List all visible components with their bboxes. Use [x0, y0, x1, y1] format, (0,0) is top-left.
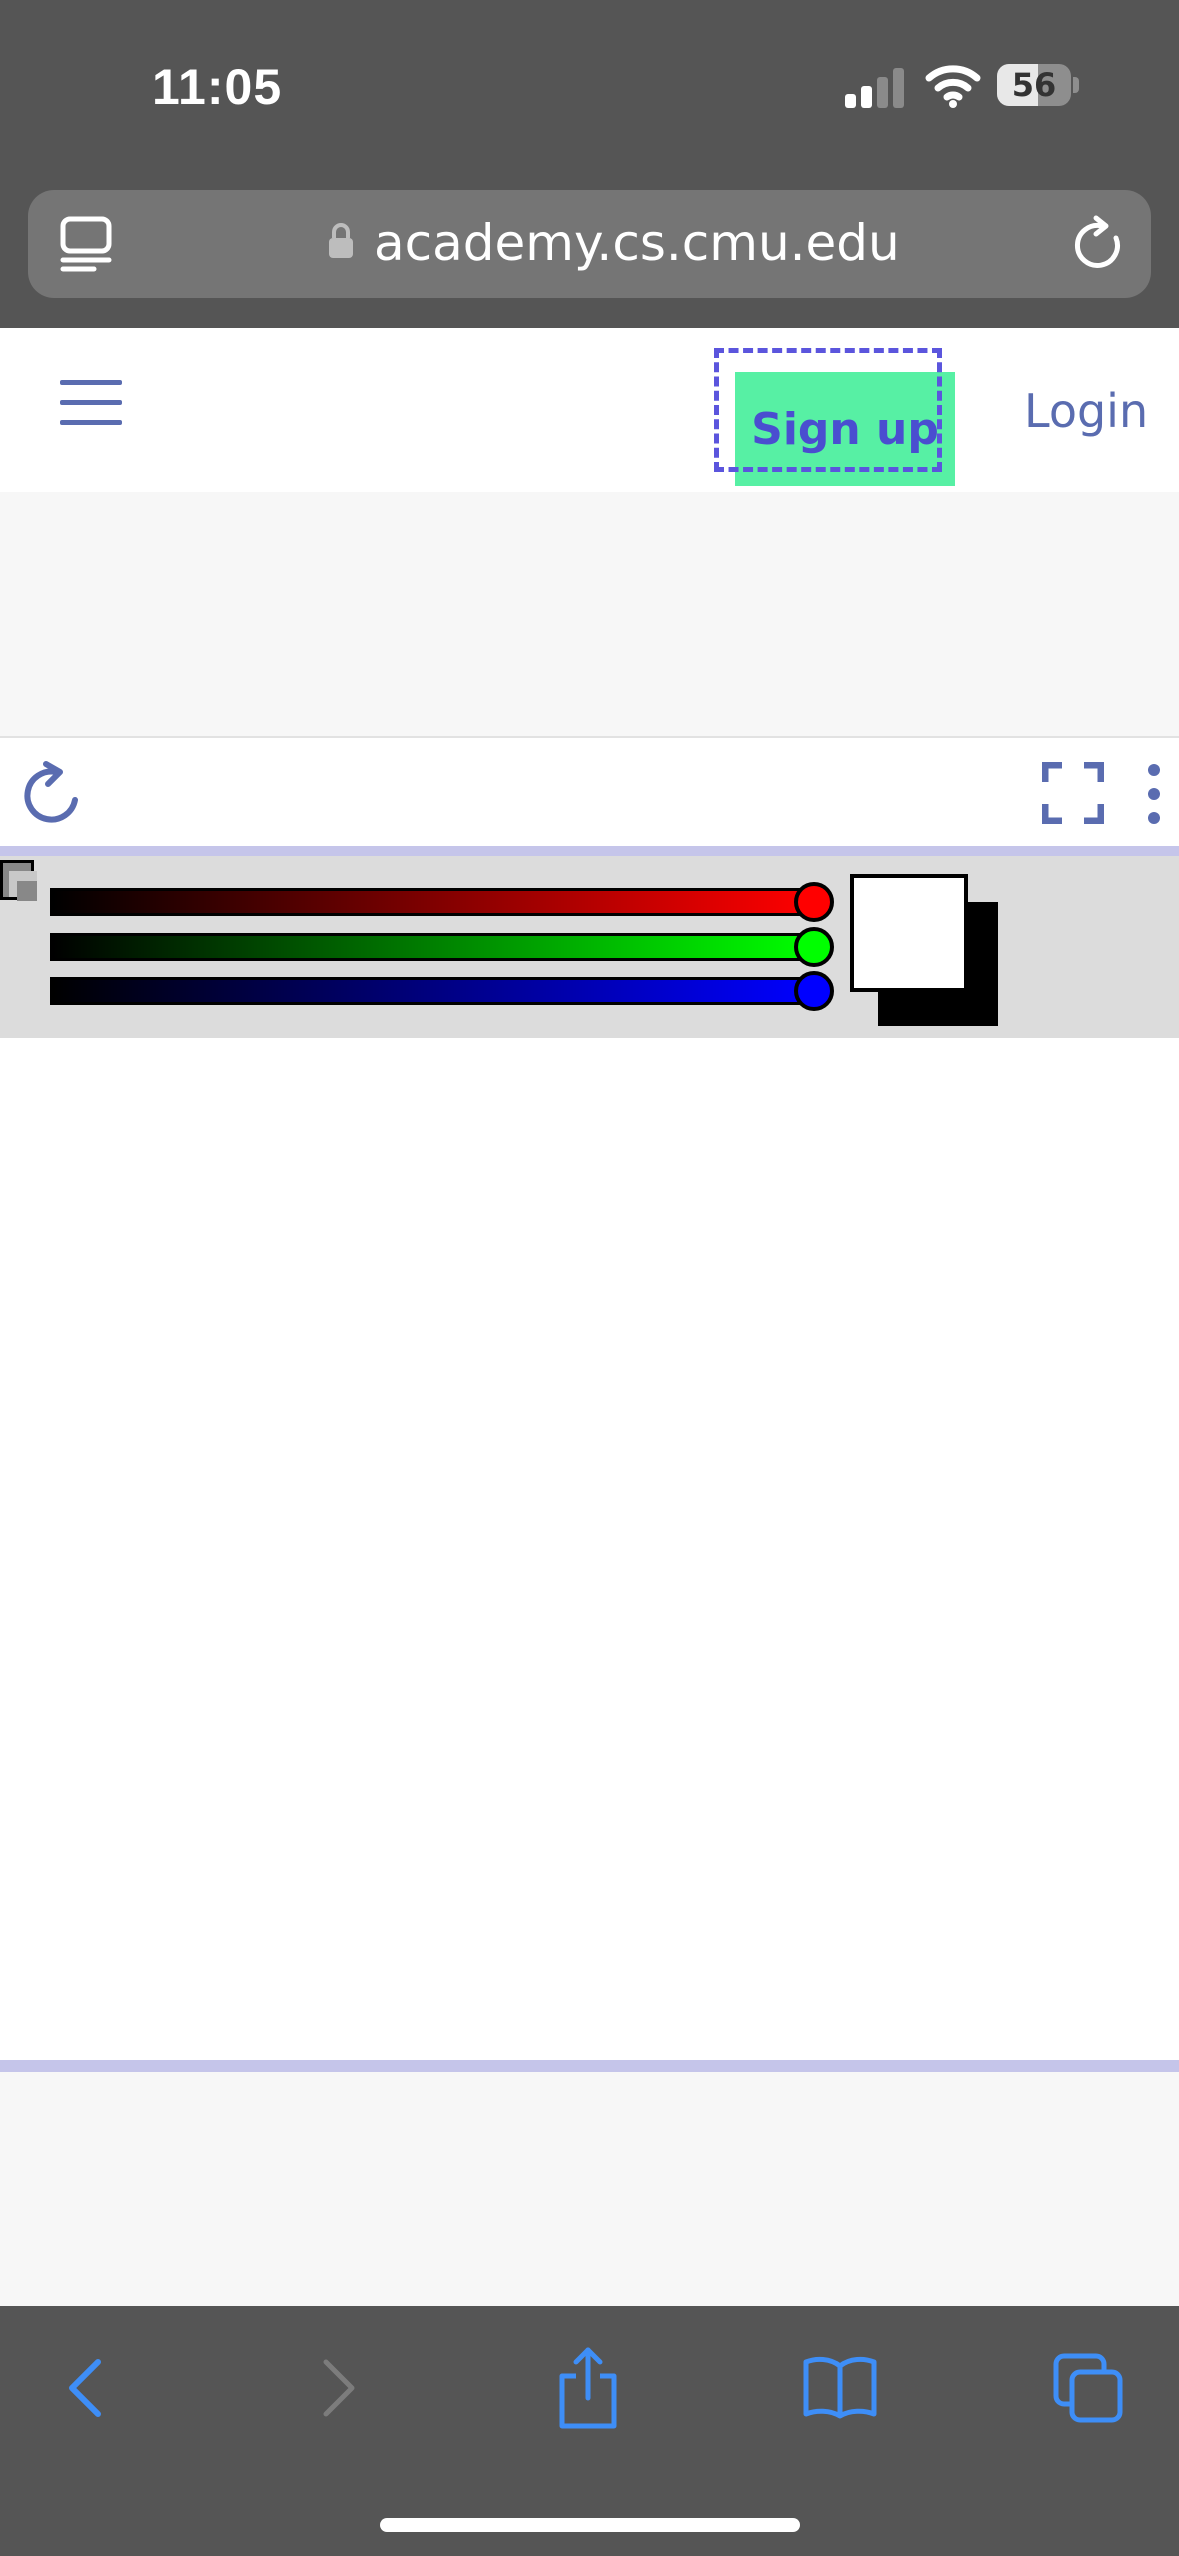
wifi-icon — [925, 65, 981, 108]
red-slider-knob[interactable] — [794, 882, 834, 922]
banner-area — [0, 492, 1179, 738]
status-time: 11:05 — [152, 59, 283, 115]
battery-level: 56 — [1011, 66, 1057, 104]
site-header — [0, 328, 1179, 492]
tab-overview-icon[interactable] — [60, 216, 112, 272]
footer-area — [0, 2072, 1179, 2308]
color-swatch — [850, 874, 968, 992]
bookmarks-icon[interactable] — [802, 2354, 878, 2420]
tabs-icon[interactable] — [1052, 2352, 1124, 2424]
login-link[interactable]: Login — [1024, 384, 1148, 438]
canvas-border-bottom — [0, 2060, 1179, 2072]
back-icon[interactable] — [62, 2356, 110, 2420]
blue-slider-track[interactable] — [50, 977, 816, 1005]
lock-icon — [329, 223, 353, 258]
green-slider-knob[interactable] — [794, 927, 834, 967]
hamburger-icon[interactable] — [60, 380, 122, 428]
green-slider-track[interactable] — [50, 933, 816, 961]
focus-outline — [714, 348, 942, 472]
battery-icon: 56 — [997, 64, 1081, 108]
forward-icon[interactable] — [314, 2356, 362, 2420]
cellular-signal-icon — [845, 68, 904, 108]
canvas-border-top — [0, 846, 1179, 856]
restart-icon[interactable] — [20, 760, 82, 826]
url-text[interactable]: academy.cs.cmu.edu — [374, 214, 900, 272]
reload-icon[interactable] — [1070, 214, 1126, 274]
share-icon[interactable] — [556, 2346, 620, 2430]
fullscreen-icon[interactable] — [1042, 762, 1104, 824]
more-vertical-icon[interactable] — [1144, 762, 1164, 826]
red-slider-track[interactable] — [50, 888, 816, 916]
canvas-toolbar — [0, 738, 1179, 844]
home-indicator — [380, 2518, 800, 2532]
resize-handle-icon[interactable] — [0, 860, 37, 901]
blue-slider-knob[interactable] — [794, 971, 834, 1011]
